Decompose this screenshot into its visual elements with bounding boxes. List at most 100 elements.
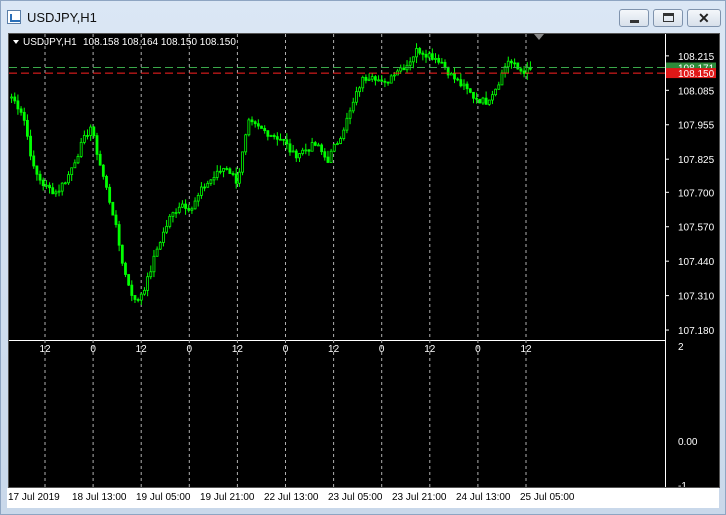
candle-body — [282, 138, 286, 141]
bid-price-label: 108.150 — [678, 69, 715, 80]
time-tick-label: 19 Jul 05:00 — [136, 492, 191, 503]
candle-body — [260, 125, 263, 129]
title-bar[interactable]: USDJPY,H1 ✕ — [1, 1, 725, 33]
chart-shift-marker-icon[interactable] — [534, 34, 544, 40]
candle-body — [244, 134, 248, 153]
price-axis: 108.215 108.085 107.955 107.825 107.700 107.5… — [665, 52, 716, 337]
time-tick-label: 19 Jul 21:00 — [200, 492, 255, 503]
minimize-button[interactable] — [619, 9, 649, 27]
hour-labels: 12 0 12 0 12 0 12 0 12 0 12 — [39, 344, 532, 355]
candle-body — [57, 190, 61, 193]
hour-label: 12 — [136, 344, 148, 355]
candle-body — [79, 141, 83, 157]
candle-body — [348, 110, 352, 119]
candle-body — [383, 80, 387, 83]
candle-body — [307, 149, 311, 152]
candle-body — [32, 155, 36, 167]
candle-body — [174, 211, 178, 214]
candle-body — [285, 139, 289, 145]
indicator-tick-label: 0.00 — [678, 437, 698, 448]
candle-body — [143, 289, 146, 295]
candle-body — [449, 73, 453, 76]
candle-body — [437, 58, 441, 63]
candle-body — [472, 91, 475, 99]
price-chart[interactable]: 108.215 108.085 107.955 107.825 107.700 107.5… — [9, 34, 720, 488]
candle-body — [98, 153, 102, 166]
candle-body — [60, 182, 64, 192]
candle-body — [367, 78, 371, 81]
candle-body — [215, 170, 219, 178]
candle-body — [228, 168, 232, 174]
time-tick-label: 22 Jul 13:00 — [264, 492, 319, 503]
hour-label: 0 — [187, 344, 193, 355]
candle-body — [364, 76, 368, 81]
price-tick-label: 108.085 — [678, 86, 715, 97]
candle-body — [326, 156, 330, 163]
price-tick-label: 107.570 — [678, 223, 715, 234]
chart-info-symbol: USDJPY,H1 — [23, 37, 77, 48]
candle-body — [288, 143, 292, 153]
hour-label: 0 — [283, 344, 289, 355]
hour-label: 0 — [475, 344, 481, 355]
candle-body — [114, 214, 118, 225]
candle-body — [370, 76, 374, 80]
indicator-tick-label: 2 — [678, 342, 684, 353]
candle-body — [253, 121, 257, 125]
candle-body — [209, 179, 213, 184]
candle-body — [206, 182, 210, 188]
candle-body — [48, 184, 51, 189]
candle-body — [105, 175, 108, 188]
candle-body — [320, 144, 324, 153]
time-tick-label: 24 Jul 13:00 — [456, 492, 511, 503]
candle-body — [519, 68, 523, 72]
candle-body — [513, 62, 517, 65]
candle-body — [67, 174, 70, 184]
candle-body — [345, 117, 349, 131]
hour-label: 12 — [328, 344, 340, 355]
candle-body — [491, 94, 494, 101]
candle-body — [152, 255, 156, 273]
candle-body — [329, 150, 333, 163]
candle-body — [111, 201, 115, 216]
candle-body — [22, 111, 26, 121]
candle-body — [332, 144, 336, 152]
candle-body — [456, 78, 460, 81]
candle-body — [89, 126, 93, 136]
candle-body — [418, 48, 422, 54]
dropdown-arrow-icon[interactable] — [13, 40, 19, 44]
candle-body — [130, 284, 134, 296]
maximize-button[interactable] — [653, 9, 683, 27]
candle-body — [298, 153, 301, 159]
candle-body — [241, 151, 244, 173]
indicator-tick-label: -1 — [678, 481, 687, 488]
chart-window: USDJPY,H1 ✕ 108.215 108.085 107.955 107.825… — [0, 0, 726, 515]
candle-body — [263, 128, 267, 132]
candle-body — [19, 108, 23, 113]
candle-body — [95, 135, 99, 155]
candle-body — [247, 119, 251, 136]
candle-body — [35, 165, 39, 175]
price-tick-label: 107.310 — [678, 292, 715, 303]
candle-body — [86, 135, 89, 137]
candle-body — [323, 151, 327, 158]
candlestick-series — [10, 43, 532, 305]
candle-body — [339, 138, 343, 144]
time-tick-label: 17 Jul 2019 — [8, 492, 60, 503]
close-button[interactable]: ✕ — [687, 9, 721, 27]
candle-body — [291, 150, 295, 153]
candle-body — [468, 88, 472, 93]
candle-body — [139, 293, 143, 301]
candle-body — [408, 61, 412, 66]
candle-body — [462, 83, 466, 87]
chart-area[interactable]: 108.215 108.085 107.955 107.825 107.700 107.5… — [8, 33, 720, 488]
indicator-axis: 2 0.00 -1 — [678, 342, 698, 488]
candle-body — [38, 173, 42, 181]
candle-body — [415, 48, 418, 58]
candle-body — [377, 79, 380, 82]
candle-body — [225, 168, 229, 170]
candle-body — [317, 144, 320, 147]
candle-body — [51, 187, 55, 195]
candle-body — [478, 98, 482, 104]
candle-body — [465, 83, 469, 90]
candle-body — [70, 167, 74, 176]
